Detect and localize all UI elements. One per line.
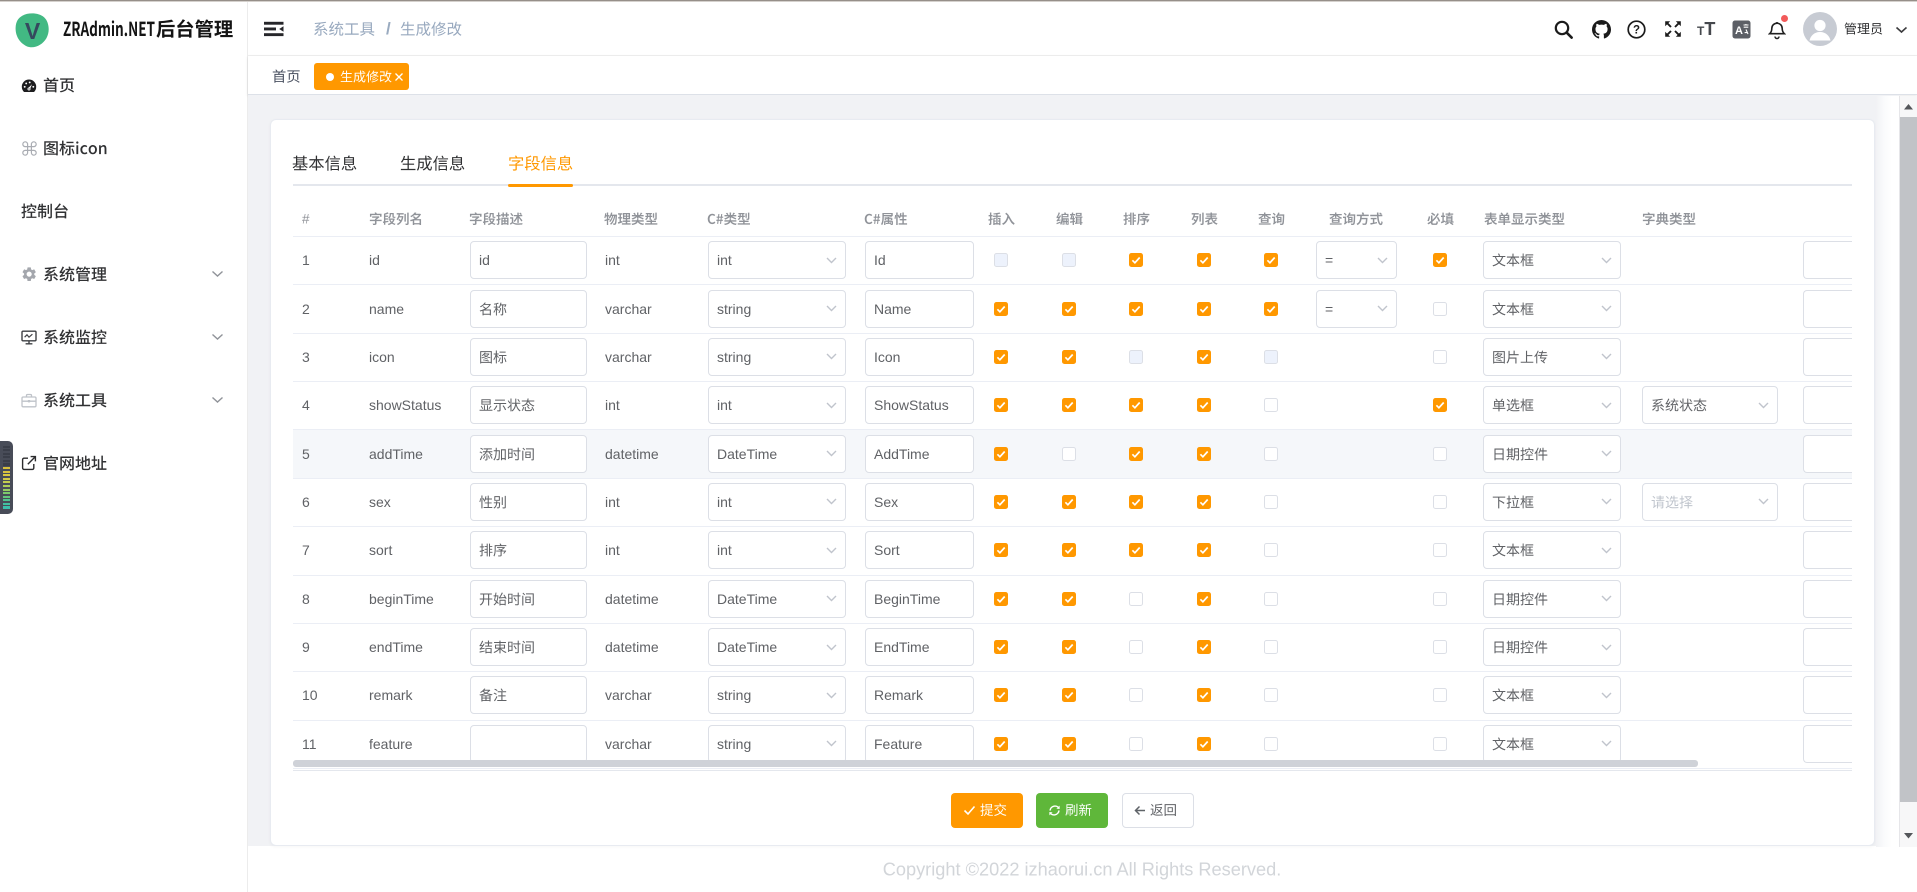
svg-text:?: ? [1632, 24, 1639, 36]
svg-text:V: V [25, 18, 41, 44]
svg-text:A: A [1735, 25, 1743, 37]
